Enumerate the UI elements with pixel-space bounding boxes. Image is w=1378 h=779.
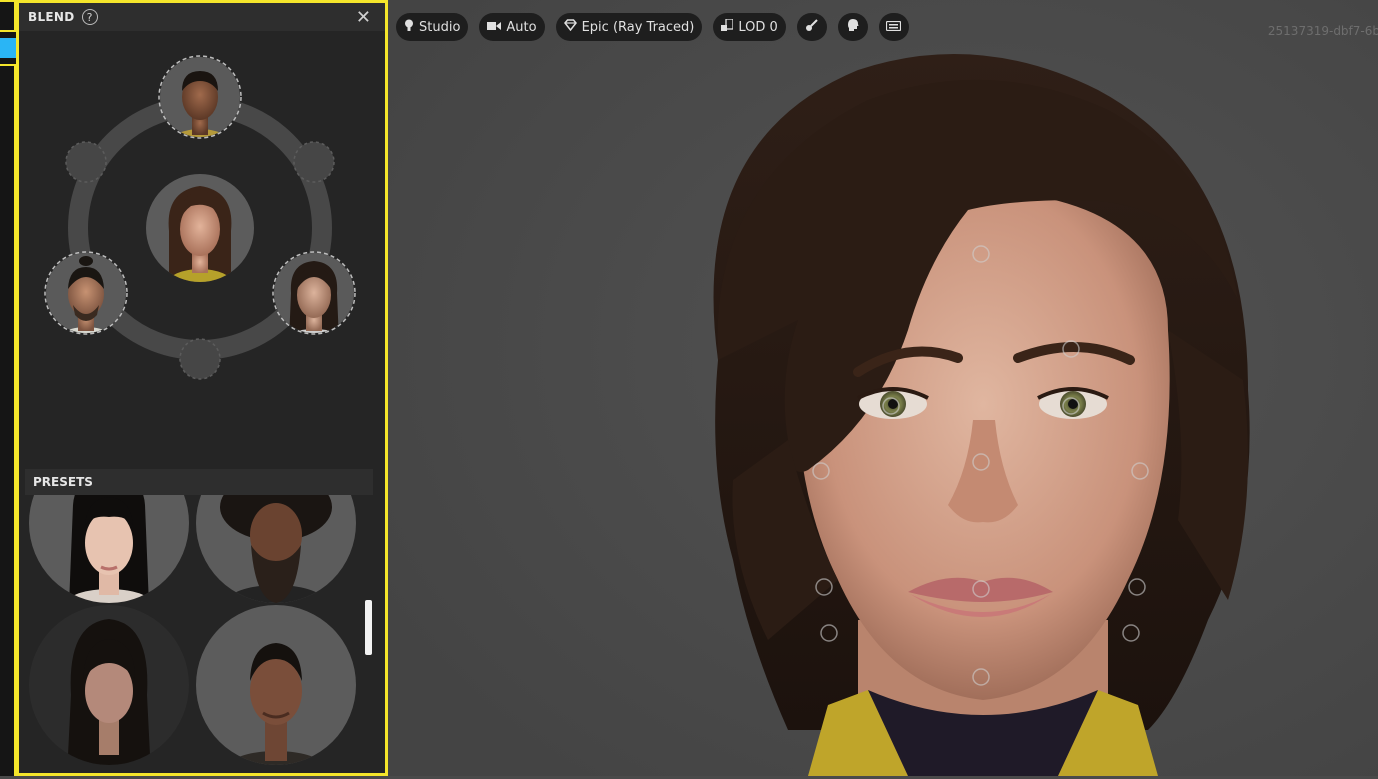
lod-icon [721, 18, 735, 35]
highlight-frame-bottom [0, 64, 16, 776]
blend-slot-right-avatar[interactable] [272, 251, 356, 353]
brush-icon [805, 18, 819, 36]
blend-panel-title: BLEND [28, 10, 75, 24]
brush-tool-button[interactable] [796, 13, 827, 41]
head-tool-button[interactable] [837, 13, 868, 41]
preset-avatar[interactable] [196, 605, 356, 779]
diamond-icon [563, 19, 577, 35]
active-tab-indicator[interactable] [0, 38, 16, 58]
keyboard-icon [886, 20, 902, 35]
video-camera-icon [487, 20, 502, 35]
preset-avatar[interactable] [29, 605, 189, 775]
preset-avatar[interactable] [29, 495, 189, 617]
lighting-button[interactable]: Studio [396, 13, 469, 41]
head-icon [846, 18, 859, 36]
presets-scrollbar[interactable] [365, 600, 372, 655]
lod-button[interactable]: LOD 0 [713, 13, 786, 41]
lighting-label: Studio [419, 19, 461, 35]
blend-circle-area [44, 55, 356, 380]
quality-label: Epic (Ray Traced) [581, 19, 695, 35]
highlight-frame-top [0, 0, 16, 32]
viewport-toolbar: Studio Auto Epic (Ray Traced) LOD 0 [396, 13, 909, 41]
presets-grid [29, 495, 356, 779]
camera-label: Auto [506, 19, 537, 35]
keyboard-button[interactable] [878, 13, 909, 41]
empty-blend-slot[interactable] [179, 338, 221, 380]
empty-blend-slot[interactable] [65, 141, 107, 183]
quality-button[interactable]: Epic (Ray Traced) [555, 13, 703, 41]
presets-title: PRESETS [33, 475, 93, 489]
lightbulb-icon [404, 19, 414, 36]
close-icon[interactable]: ✕ [356, 7, 371, 28]
blend-center-avatar[interactable] [146, 174, 254, 297]
blend-slot-left-avatar[interactable] [44, 251, 128, 355]
lod-label: LOD 0 [738, 19, 778, 35]
help-icon[interactable]: ? [81, 9, 98, 25]
character-render [388, 0, 1378, 776]
blend-slot-top-avatar[interactable] [158, 55, 242, 157]
preset-avatar[interactable] [196, 495, 356, 621]
camera-button[interactable]: Auto [479, 13, 545, 41]
blend-panel: BLEND ? ✕ PRESETS [16, 0, 388, 776]
blend-panel-header: BLEND ? ✕ [19, 3, 385, 31]
3d-viewport[interactable]: Studio Auto Epic (Ray Traced) LOD 0 2513… [388, 0, 1378, 776]
presets-header: PRESETS [25, 469, 373, 495]
session-id: 25137319-dbf7-6b [1267, 24, 1378, 38]
empty-blend-slot[interactable] [293, 141, 335, 183]
